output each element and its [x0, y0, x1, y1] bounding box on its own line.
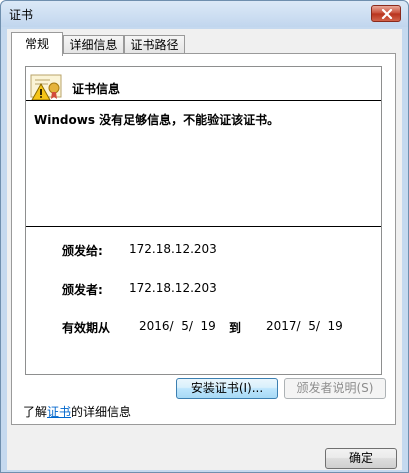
certificate-info-box: 证书信息 Windows 没有足够信息，不能验证该证书。 颁发给: 172.18…	[25, 66, 382, 375]
certificate-dialog: 证书 常规 详细信息 证书路径 证书信息 Windows 没有足够信息，不能验证…	[0, 0, 409, 473]
install-certificate-button[interactable]: 安装证书(I)...	[176, 378, 278, 399]
issuer-statement-button[interactable]: 颁发者说明(S)	[284, 378, 386, 399]
dialog-client-area: 常规 详细信息 证书路径 证书信息 Windows 没有足够信息，不能验证该证书…	[7, 29, 402, 470]
issued-to-row: 颁发给:	[62, 242, 103, 259]
valid-to-value: 2017/ 5/ 19	[266, 319, 343, 333]
tab-certification-path-label: 证书路径	[130, 38, 179, 52]
tab-details[interactable]: 详细信息	[63, 35, 124, 55]
general-tab-panel: 证书信息 Windows 没有足够信息，不能验证该证书。 颁发给: 172.18…	[11, 53, 396, 425]
tab-certification-path[interactable]: 证书路径	[124, 35, 185, 55]
title-bar[interactable]: 证书	[1, 1, 408, 27]
window-title: 证书	[9, 8, 34, 22]
valid-to-label: 到	[229, 321, 242, 335]
certificate-help-link[interactable]: 证书	[47, 405, 71, 419]
verification-warning-text: Windows 没有足够信息，不能验证该证书。	[34, 113, 280, 127]
learn-more-text: 了解证书的详细信息	[23, 403, 131, 420]
close-button[interactable]	[371, 5, 401, 22]
install-certificate-label: 安装证书(I)...	[190, 381, 264, 395]
learn-prefix: 了解	[23, 405, 48, 419]
ok-button-label: 确定	[348, 451, 373, 465]
tab-details-label: 详细信息	[69, 38, 118, 52]
valid-from-value: 2016/ 5/ 19	[139, 319, 216, 333]
issued-to-value: 172.18.12.203	[129, 242, 217, 256]
ok-button[interactable]: 确定	[325, 448, 397, 469]
tab-general-label: 常规	[24, 37, 49, 51]
issued-by-label: 颁发者:	[62, 283, 103, 297]
issuer-statement-label: 颁发者说明(S)	[296, 381, 374, 395]
issued-by-row: 颁发者:	[62, 281, 103, 298]
learn-suffix: 的详细信息	[71, 405, 132, 419]
issued-by-value: 172.18.12.203	[129, 281, 217, 295]
valid-to-label-row: 到	[229, 319, 241, 336]
tab-general[interactable]: 常规	[11, 32, 63, 56]
issued-to-label: 颁发给:	[62, 244, 103, 258]
header-divider	[26, 100, 381, 101]
valid-from-label-row: 有效期从	[62, 319, 110, 336]
details-divider	[26, 226, 381, 227]
valid-from-label: 有效期从	[62, 321, 111, 335]
close-icon	[381, 9, 393, 19]
certificate-info-heading: 证书信息	[72, 82, 121, 96]
